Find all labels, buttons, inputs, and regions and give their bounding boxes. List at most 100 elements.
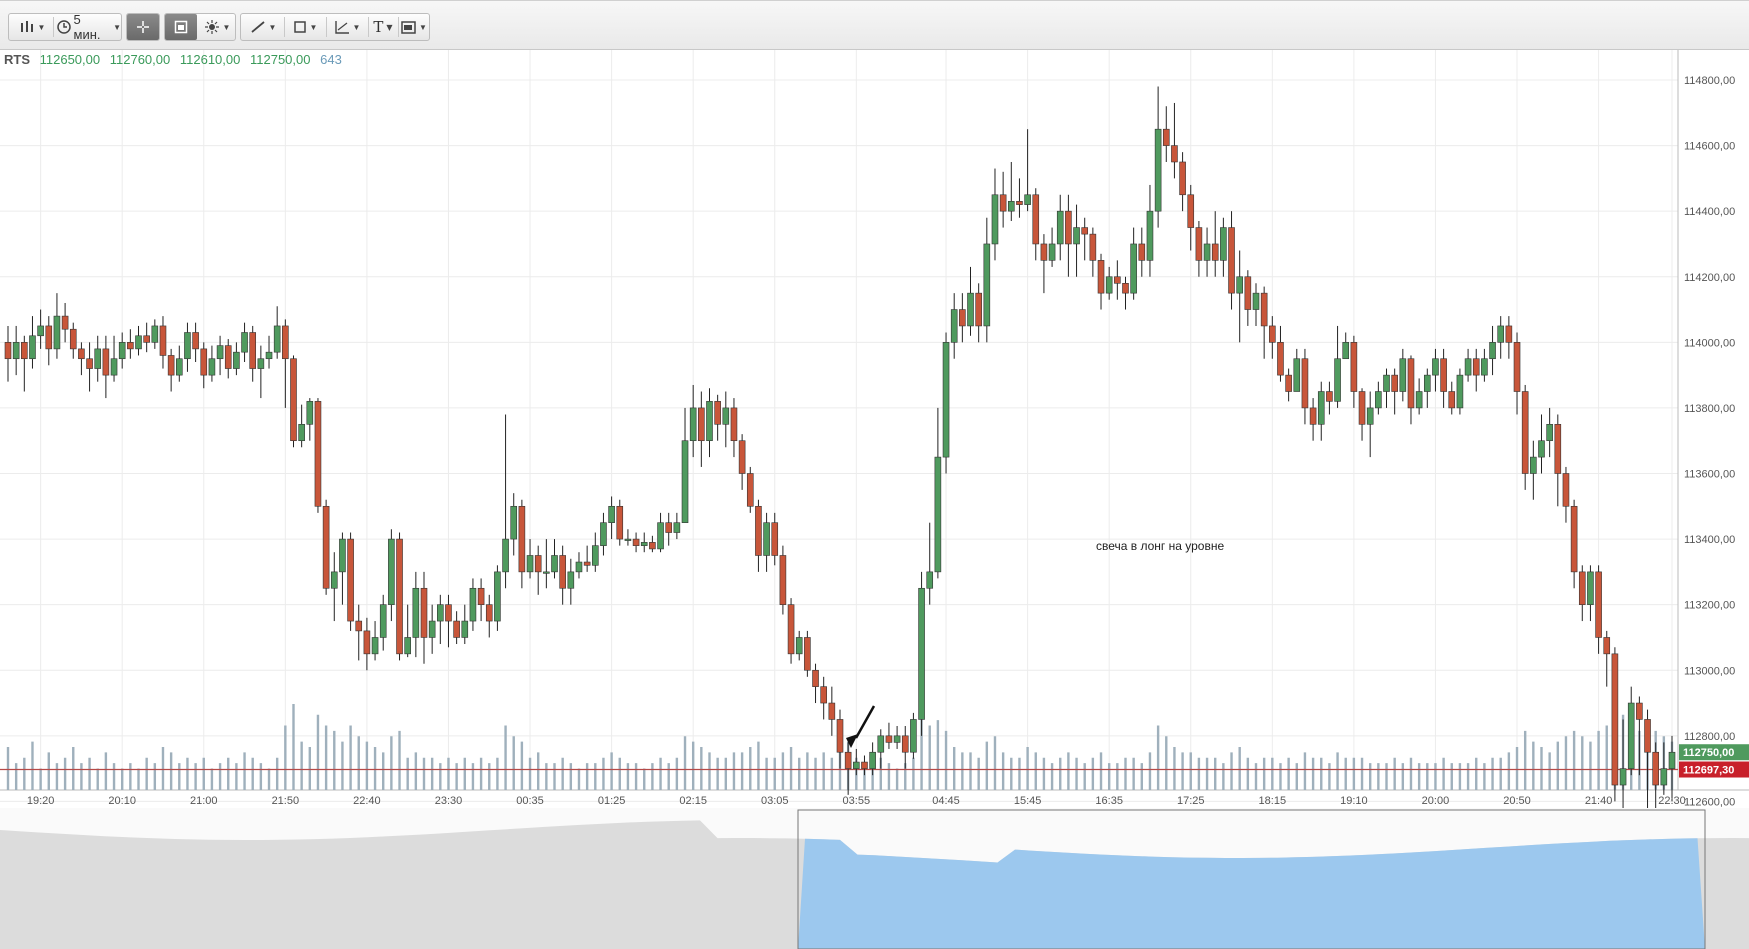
volume-bar (1368, 763, 1372, 790)
candle (396, 538, 403, 655)
candle (624, 538, 632, 541)
candle (1472, 358, 1480, 376)
price-tick-label: 113800,00 (1684, 403, 1735, 415)
candle (94, 348, 102, 369)
low-value: 112610,00 (179, 52, 241, 67)
volume-bar (732, 752, 736, 790)
chart-type-button[interactable]: ▼ (15, 14, 49, 40)
time-tick-label: 03:05 (761, 795, 789, 807)
volume-bar (512, 736, 515, 790)
time-tick-label: 23:30 (435, 795, 463, 807)
candle (1513, 342, 1521, 392)
candle (1456, 374, 1464, 409)
volume-bar (55, 763, 59, 790)
volume-bar (1132, 757, 1135, 790)
chart-type-icon (20, 21, 33, 32)
volume-bar (1426, 763, 1429, 790)
time-tick-label: 03:55 (843, 795, 871, 807)
volume-bar (349, 725, 352, 790)
candle (461, 620, 469, 638)
volume-bar (765, 757, 768, 790)
draw-line-button[interactable]: ▼ (245, 14, 281, 40)
candle (1505, 325, 1513, 343)
volume-bar (243, 752, 246, 790)
candle (1244, 276, 1252, 310)
candle (804, 637, 811, 671)
timeframe-select[interactable]: 5 мин. ▼ (57, 12, 121, 42)
candle (1097, 260, 1105, 294)
volume-bar (6, 747, 10, 790)
candle (1603, 637, 1611, 655)
candle (445, 604, 452, 622)
candle (314, 401, 322, 507)
window-button[interactable] (165, 14, 197, 40)
volume-bar (691, 741, 695, 790)
volume-bar (422, 757, 426, 790)
candle (698, 407, 705, 442)
price-chart[interactable]: 114800,00 114600,00 114400,00 114200,00 1140… (0, 50, 1749, 949)
price-tick-label: 113600,00 (1684, 469, 1735, 481)
candle (746, 473, 754, 507)
volume-bar (1401, 763, 1405, 790)
annotation-text: свеча в лонг на уровне (1096, 539, 1224, 553)
candle (127, 342, 134, 350)
candle (1326, 391, 1333, 402)
volume-bar (594, 763, 597, 790)
candle (388, 538, 395, 605)
candle (673, 522, 681, 533)
candle (1644, 719, 1651, 753)
candle (1309, 407, 1317, 425)
candle (1073, 227, 1080, 245)
volume-bar (708, 752, 711, 790)
volume-bar (96, 768, 99, 790)
volume-bar (463, 757, 466, 790)
candle (1350, 342, 1358, 392)
candle (1179, 161, 1186, 196)
candle (1171, 145, 1178, 163)
volume-bar (651, 763, 654, 790)
volume-bar (1001, 752, 1005, 790)
volume-bar (1499, 757, 1502, 790)
window-icon (174, 20, 188, 34)
candle (249, 332, 257, 369)
volume-bar (667, 763, 670, 790)
candle (632, 538, 640, 546)
indicators-button[interactable]: ▼ (199, 14, 235, 40)
candle (836, 719, 844, 753)
candle (167, 355, 175, 376)
volume-bar (1564, 736, 1568, 790)
volume-bar (72, 747, 75, 790)
volume-bar (1507, 752, 1511, 790)
volume-bar (496, 757, 499, 790)
volume-bar (316, 714, 320, 790)
time-tick-label: 20:10 (108, 795, 136, 807)
volume-bar (618, 757, 621, 790)
time-tick-label: 20:50 (1503, 795, 1531, 807)
time-tick-label: 19:10 (1340, 795, 1368, 807)
candle (1211, 243, 1219, 261)
crosshair-button[interactable] (127, 14, 159, 40)
volume-bar (1075, 757, 1078, 790)
candle (143, 335, 150, 343)
volume-bar (773, 757, 776, 790)
fibonacci-button[interactable]: ▼ (329, 14, 365, 40)
image-tool-button[interactable]: ▼ (399, 14, 429, 40)
text-tool-button[interactable]: T ▼ (369, 14, 397, 40)
candle (991, 194, 999, 245)
shapes-button[interactable]: ▼ (287, 14, 323, 40)
candle (1432, 358, 1439, 376)
candle (1587, 571, 1594, 605)
time-tick-label: 04:45 (932, 795, 960, 807)
volume-bar (439, 763, 442, 790)
volume-bar (39, 768, 42, 790)
time-tick-label: 16:35 (1095, 795, 1123, 807)
candle (273, 325, 281, 353)
candle (118, 342, 126, 360)
candle (1423, 374, 1431, 392)
candle (1040, 243, 1048, 261)
candle (363, 630, 371, 655)
chart-area[interactable]: 114800,00 114600,00 114400,00 114200,00 1140… (0, 50, 1749, 949)
volume-bar (700, 747, 703, 790)
candle (69, 328, 77, 350)
volume-bar (447, 757, 450, 790)
